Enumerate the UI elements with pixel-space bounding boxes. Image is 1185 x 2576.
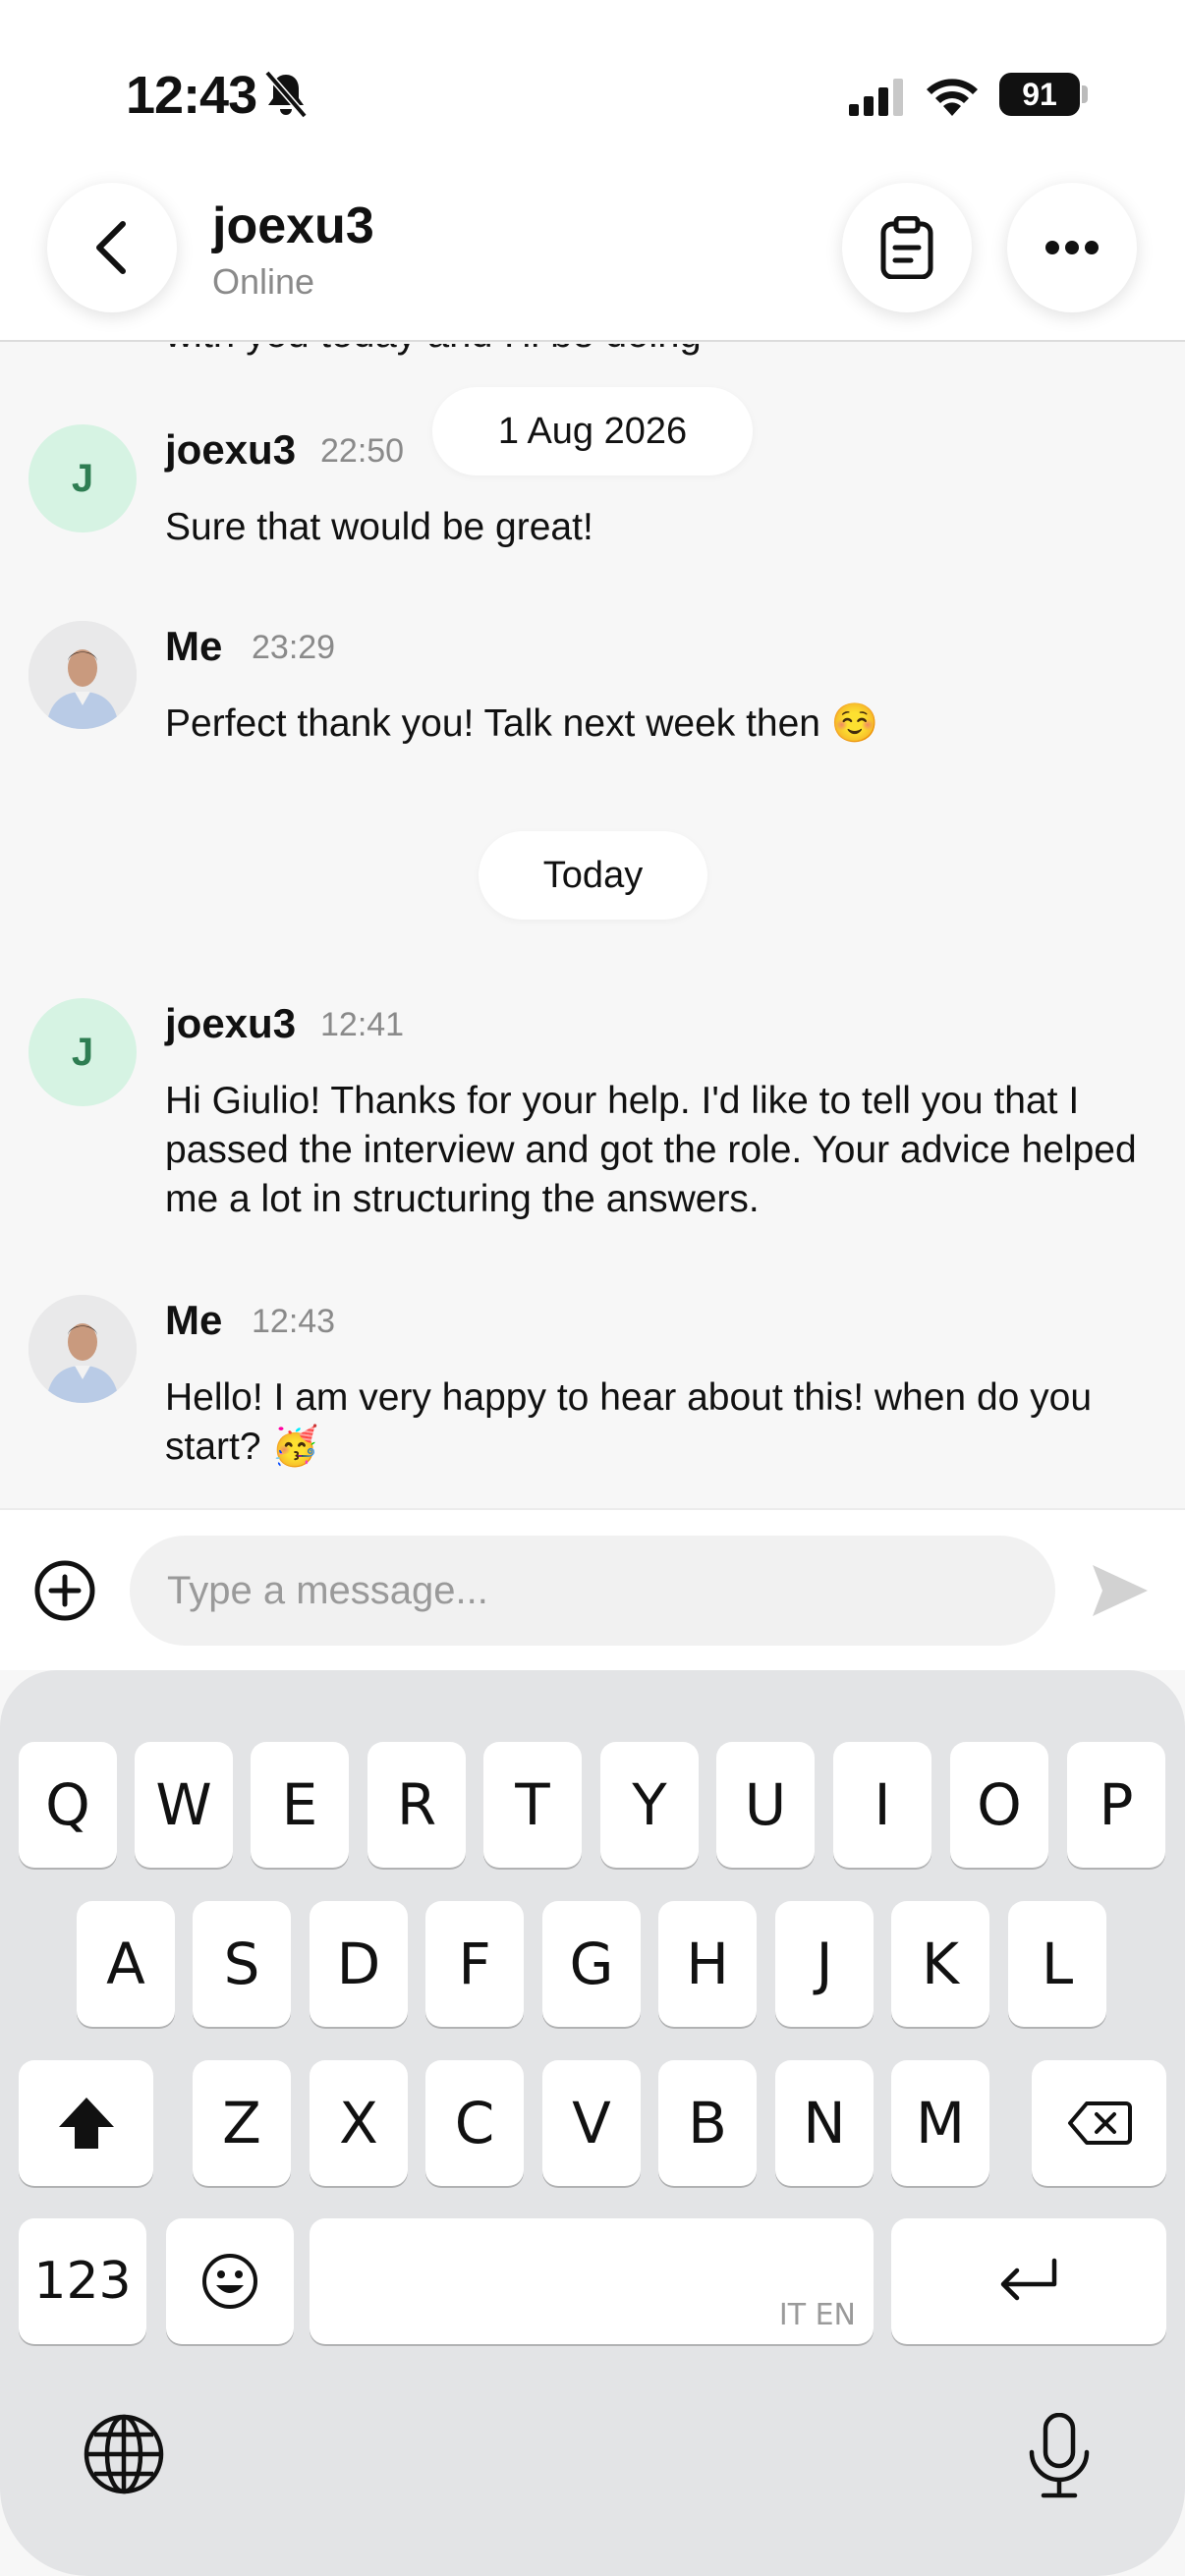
message-text: Sure that would be great! (165, 506, 593, 548)
chevron-left-icon (96, 221, 126, 274)
space-key[interactable]: IT EN (310, 2218, 874, 2344)
microphone-icon[interactable] (1026, 2413, 1093, 2499)
space-language-label: IT EN (778, 2298, 856, 2332)
avatar[interactable]: J (28, 424, 137, 532)
previous-message-fragment: with you today and I'll be doing (165, 344, 702, 357)
key-n[interactable]: N (775, 2060, 874, 2186)
wifi-icon (927, 79, 978, 116)
date-separator: Today (479, 831, 707, 920)
bell-slash-icon (264, 71, 308, 119)
message-time: 12:41 (320, 1006, 405, 1043)
key-f[interactable]: F (425, 1901, 524, 2027)
key-z[interactable]: Z (193, 2060, 291, 2186)
key-c[interactable]: C (425, 2060, 524, 2186)
key-a[interactable]: A (77, 1901, 175, 2027)
return-key[interactable] (891, 2218, 1166, 2344)
composer (0, 1508, 1185, 1670)
return-icon (1000, 2258, 1057, 2301)
message-sender: joexu3 (165, 1000, 297, 1046)
message-time: 23:29 (252, 629, 336, 666)
key-w[interactable]: W (135, 1742, 233, 1868)
key-y[interactable]: Y (600, 1742, 699, 1868)
plus-circle-icon[interactable] (33, 1559, 96, 1622)
message-text: Hello! I am very happy to hear about thi… (165, 1376, 1093, 1468)
send-icon[interactable] (1089, 1561, 1152, 1620)
key-p[interactable]: P (1067, 1742, 1165, 1868)
status-bar: 12:43 91 (0, 0, 1185, 187)
shift-key[interactable] (19, 2060, 153, 2186)
key-i[interactable]: I (833, 1742, 931, 1868)
clipboard-button[interactable] (842, 183, 972, 312)
message-list[interactable]: with you today and I'll be doing 1 Aug 2… (0, 344, 1185, 1508)
avatar[interactable] (28, 621, 137, 729)
key-v[interactable]: V (542, 2060, 641, 2186)
key-g[interactable]: G (542, 1901, 641, 2027)
numbers-key[interactable]: 123 (19, 2218, 146, 2344)
key-o[interactable]: O (950, 1742, 1048, 1868)
key-k[interactable]: K (891, 1901, 989, 2027)
chat-header: joexu3 Online (0, 167, 1185, 342)
message-time: 12:43 (252, 1303, 336, 1340)
user-photo-icon (28, 621, 137, 729)
key-j[interactable]: J (775, 1901, 874, 2027)
globe-icon[interactable] (83, 2413, 165, 2495)
battery-cap (1082, 85, 1088, 103)
status-time: 12:43 (126, 66, 257, 125)
shift-icon (58, 2098, 114, 2149)
emoji-key[interactable] (166, 2218, 294, 2344)
battery-indicator: 91 (999, 73, 1080, 116)
date-separator: 1 Aug 2026 (432, 387, 753, 476)
key-l[interactable]: L (1008, 1901, 1106, 2027)
key-e[interactable]: E (251, 1742, 349, 1868)
contact-status: Online (212, 261, 315, 302)
key-r[interactable]: R (367, 1742, 466, 1868)
key-s[interactable]: S (193, 1901, 291, 2027)
key-d[interactable]: D (310, 1901, 408, 2027)
contact-name[interactable]: joexu3 (212, 196, 374, 255)
message-text: Perfect thank you! Talk next week then ☺… (165, 702, 879, 745)
avatar[interactable] (28, 1295, 137, 1403)
message-sender: Me (165, 1297, 223, 1343)
more-options-button[interactable] (1007, 183, 1137, 312)
message-sender: Me (165, 623, 223, 669)
user-photo-icon (28, 1295, 137, 1403)
message-input[interactable] (130, 1536, 1055, 1646)
backspace-icon (1067, 2101, 1132, 2145)
keyboard: Q W E R T Y U I O P A S D F G H J K L Z … (0, 1670, 1185, 2576)
key-b[interactable]: B (658, 2060, 757, 2186)
message-sender: joexu3 (165, 426, 297, 473)
back-button[interactable] (47, 183, 177, 312)
key-h[interactable]: H (658, 1901, 757, 2027)
key-t[interactable]: T (483, 1742, 582, 1868)
message-time: 22:50 (320, 432, 405, 470)
key-m[interactable]: M (891, 2060, 989, 2186)
key-q[interactable]: Q (19, 1742, 117, 1868)
message-text: Hi Giulio! Thanks for your help. I'd lik… (165, 1080, 1137, 1220)
backspace-key[interactable] (1032, 2060, 1166, 2186)
key-x[interactable]: X (310, 2060, 408, 2186)
more-horizontal-icon (1045, 241, 1099, 254)
avatar[interactable]: J (28, 998, 137, 1106)
signal-icon (849, 79, 903, 116)
emoji-icon (202, 2254, 257, 2309)
key-u[interactable]: U (716, 1742, 815, 1868)
clipboard-icon (880, 216, 933, 279)
